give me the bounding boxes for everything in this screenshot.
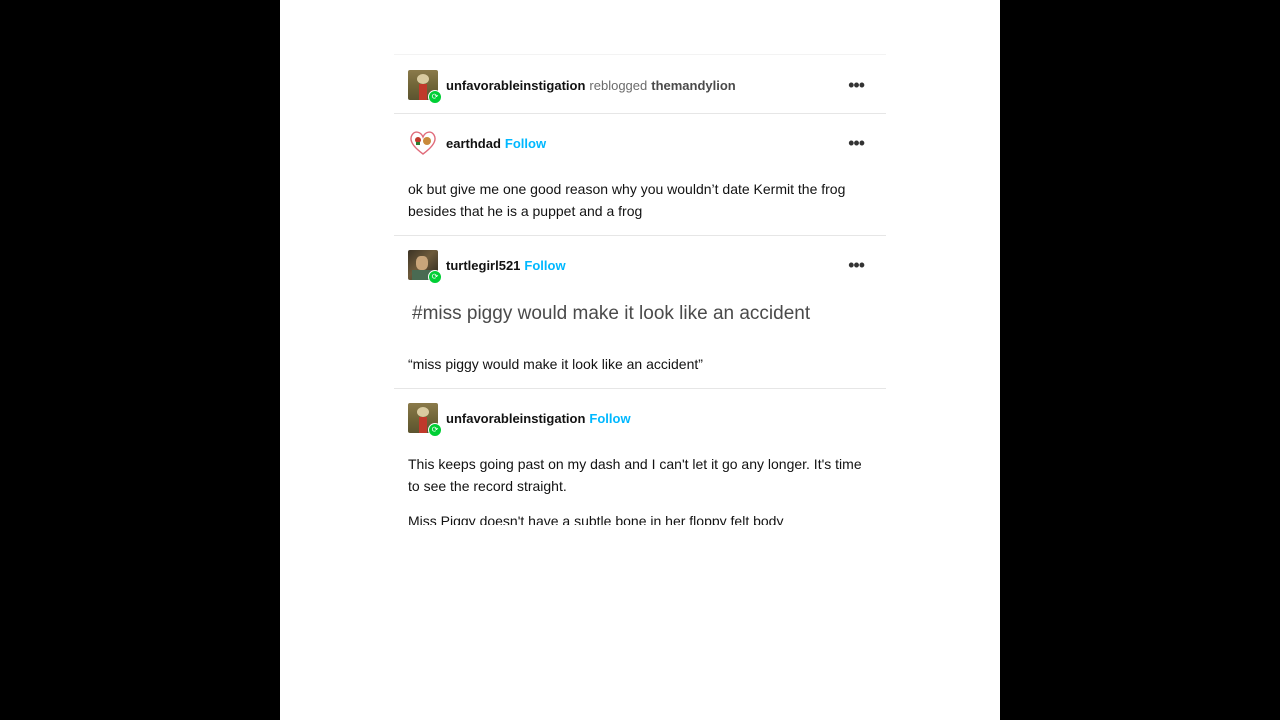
post-username[interactable]: earthdad [446,136,501,151]
divider [394,113,886,114]
follow-button[interactable]: Follow [524,258,565,273]
reblog-post-card: ⟳ unfavorableinstigation reblogged thema… [394,54,886,525]
post-username[interactable]: turtlegirl521 [446,258,520,273]
more-options-icon[interactable]: ••• [848,256,865,274]
tumblr-page: ⟳ unfavorableinstigation reblogged thema… [280,0,1000,720]
post-username[interactable]: unfavorableinstigation [446,411,585,426]
post-heading: #miss piggy would make it look like an a… [412,303,811,324]
trail-item-header: ⟳ unfavorableinstigation Follow [408,402,868,437]
avatar[interactable]: ⟳ [408,70,442,104]
follow-button[interactable]: Follow [589,411,630,426]
reblogged-label: reblogged [589,77,648,93]
follow-button[interactable]: Follow [505,136,546,151]
divider [394,388,886,389]
reblogger-username[interactable]: unfavorableinstigation [446,78,585,93]
post-text: “miss piggy would make it look like an a… [408,356,703,372]
more-options-icon[interactable]: ••• [848,134,865,152]
source-username[interactable]: themandylion [651,78,736,93]
reblog-icon: ⟳ [428,423,442,437]
avatar[interactable]: ⟳ [408,403,442,437]
reblog-icon: ⟳ [428,270,442,284]
avatar[interactable]: ⟳ [408,250,442,284]
avatar[interactable] [408,128,438,158]
post-text: This keeps going past on my dash and I c… [408,456,862,494]
heart-avatar-icon [410,131,436,155]
more-options-icon[interactable]: ••• [848,76,865,94]
reblog-icon: ⟳ [428,90,442,104]
post-header: ⟳ unfavorableinstigation reblogged thema… [408,69,868,104]
trail-item-header: ⟳ turtlegirl521 Follow ••• [408,249,868,284]
post-text: ok but give me one good reason why you w… [408,181,846,219]
divider [394,235,886,236]
post-text-continued: Miss Piggy doesn't have a subtle bone in… [408,513,784,525]
trail-item-header: earthdad Follow ••• [408,127,868,159]
